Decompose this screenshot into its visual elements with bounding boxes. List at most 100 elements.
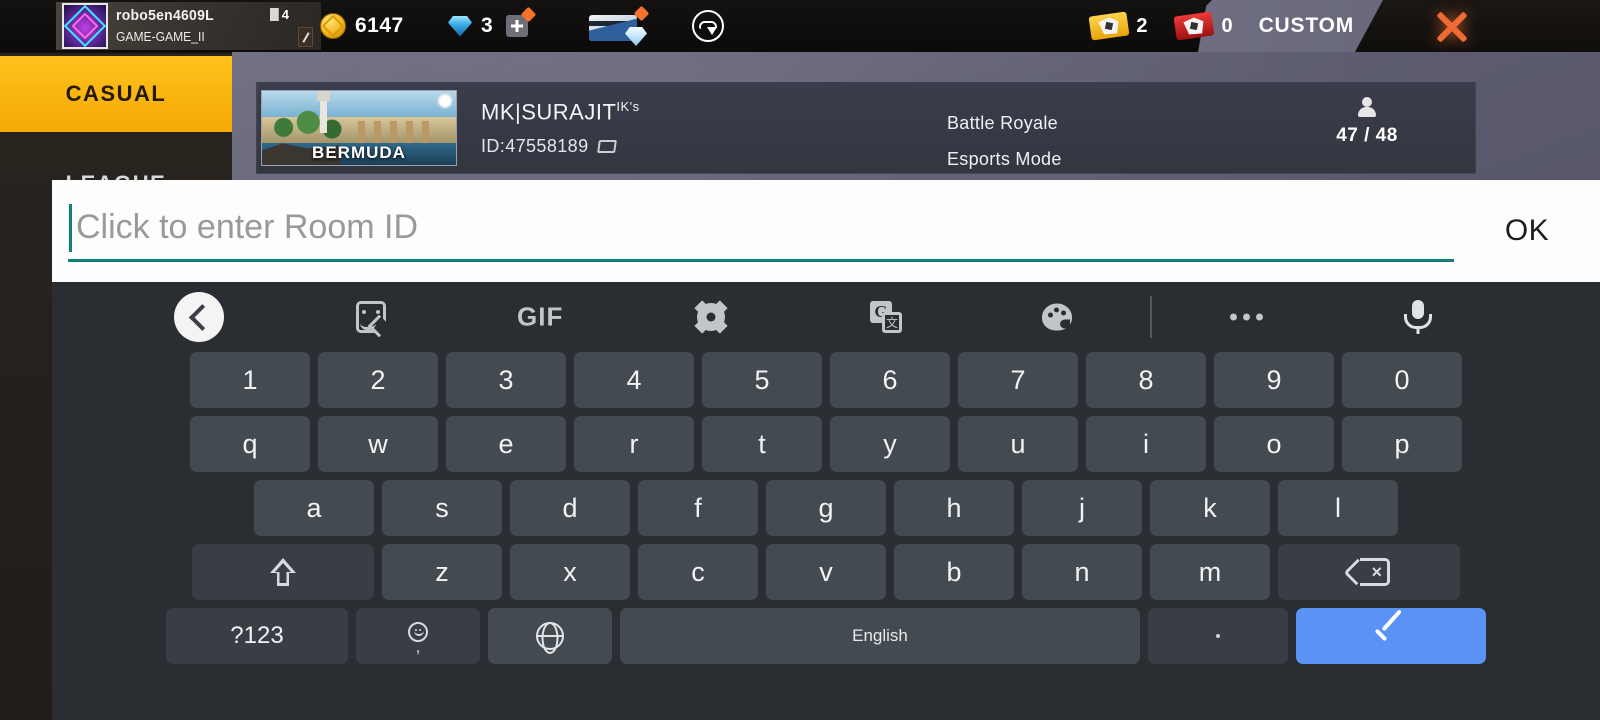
key-p[interactable]: p — [1342, 416, 1462, 472]
globe-icon — [536, 622, 564, 650]
room-host-name: MK|SURAJITIK's — [481, 99, 640, 125]
room-list-item[interactable]: BERMUDA MK|SURAJITIK's ID:47558189 Battl… — [256, 82, 1476, 174]
translate-icon[interactable]: G 文 — [870, 301, 902, 333]
palette-icon[interactable] — [1042, 303, 1072, 331]
key-j[interactable]: j — [1022, 480, 1142, 536]
key-z[interactable]: z — [382, 544, 502, 600]
key-b[interactable]: b — [894, 544, 1014, 600]
player-count-value: 47 / 48 — [1336, 125, 1398, 146]
cloud-download-icon[interactable] — [692, 10, 724, 42]
key-t[interactable]: t — [702, 416, 822, 472]
gold-ticket-counter[interactable]: 2 — [1088, 11, 1148, 41]
custom-mode-label: CUSTOM — [1258, 14, 1354, 37]
key-g[interactable]: g — [766, 480, 886, 536]
virtual-keyboard: GIF G 文 1 2 3 4 5 6 7 8 9 0 q w e r t y … — [52, 282, 1600, 720]
key-2[interactable]: 2 — [318, 352, 438, 408]
room-id-input[interactable] — [68, 198, 1454, 256]
period-key[interactable] — [1148, 608, 1288, 664]
close-x-icon[interactable] — [1434, 9, 1470, 45]
gear-icon[interactable] — [697, 303, 725, 331]
key-v[interactable]: v — [766, 544, 886, 600]
palette-glyph — [1042, 303, 1072, 331]
keyboard-row-bottom: zxcvbnm × — [56, 544, 1596, 600]
key-0[interactable]: 0 — [1342, 352, 1462, 408]
key-q[interactable]: q — [190, 416, 310, 472]
sticker-smile — [360, 323, 376, 330]
three-dots-glyph — [1230, 313, 1263, 321]
sidebar-item-casual[interactable]: CASUAL — [0, 56, 232, 132]
diamond-store-card-icon[interactable] — [585, 5, 650, 46]
host-name-suffix: IK's — [616, 99, 640, 115]
key-3[interactable]: 3 — [446, 352, 566, 408]
gem-counter[interactable]: 3 — [448, 6, 537, 38]
keyboard-toolbar: GIF G 文 — [52, 282, 1600, 352]
key-d[interactable]: d — [510, 480, 630, 536]
sticker-icon[interactable] — [356, 301, 386, 333]
key-w[interactable]: w — [318, 416, 438, 472]
enter-key[interactable] — [1296, 608, 1486, 664]
coin-value: 6147 — [355, 14, 404, 37]
coin-counter[interactable]: 6147 — [320, 13, 404, 39]
ticket-counters: 2 0 CUSTOM — [1088, 0, 1354, 52]
key-i[interactable]: i — [1086, 416, 1206, 472]
key-n[interactable]: n — [1022, 544, 1142, 600]
key-5[interactable]: 5 — [702, 352, 822, 408]
avatar[interactable] — [62, 3, 108, 49]
language-switch-key[interactable] — [488, 608, 612, 664]
key-e[interactable]: e — [446, 416, 566, 472]
key-4[interactable]: 4 — [574, 352, 694, 408]
more-options-icon[interactable] — [1230, 313, 1263, 321]
key-f[interactable]: f — [638, 480, 758, 536]
sticker-face — [362, 309, 380, 322]
room-id-input-dialog: OK — [52, 180, 1600, 282]
map-thumbnail: BERMUDA — [261, 90, 457, 166]
backspace-icon: × — [1343, 558, 1390, 586]
sidebar-item-label: CASUAL — [65, 81, 167, 106]
key-8[interactable]: 8 — [1086, 352, 1206, 408]
pen-edit-icon[interactable] — [298, 27, 313, 47]
emoji-face — [408, 621, 428, 642]
host-name-main: MK|SURAJIT — [481, 99, 617, 125]
red-ticket-counter[interactable]: 0 — [1173, 11, 1233, 41]
key-c[interactable]: c — [638, 544, 758, 600]
key-6[interactable]: 6 — [830, 352, 950, 408]
key-m[interactable]: m — [1150, 544, 1270, 600]
key-1[interactable]: 1 — [190, 352, 310, 408]
key-h[interactable]: h — [894, 480, 1014, 536]
space-key[interactable]: English — [620, 608, 1140, 664]
person-icon — [1359, 97, 1376, 117]
player-name: robo5en4609L — [116, 6, 214, 24]
emoji-comma-key[interactable]: , — [356, 608, 480, 664]
key-o[interactable]: o — [1214, 416, 1334, 472]
backspace-key[interactable]: × — [1278, 544, 1460, 600]
symbols-key[interactable]: ?123 — [166, 608, 348, 664]
shift-key[interactable] — [192, 544, 374, 600]
plus-button-icon[interactable] — [506, 6, 537, 37]
back-chevron-glyph — [174, 292, 224, 342]
blue-diamond-icon — [448, 15, 472, 37]
key-x[interactable]: x — [510, 544, 630, 600]
key-9[interactable]: 9 — [1214, 352, 1334, 408]
ok-button[interactable]: OK — [1454, 180, 1600, 282]
key-7[interactable]: 7 — [958, 352, 1078, 408]
room-mode-line2: Esports Mode — [947, 149, 1062, 169]
room-id-value: ID:47558189 — [481, 135, 589, 156]
key-k[interactable]: k — [1150, 480, 1270, 536]
room-player-count-group: 47 / 48 — [1307, 97, 1427, 147]
palette-dot — [1061, 310, 1066, 316]
microphone-icon[interactable] — [1407, 300, 1429, 334]
key-r[interactable]: r — [574, 416, 694, 472]
gif-icon[interactable]: GIF — [517, 302, 563, 333]
translate-target: 文 — [882, 312, 902, 333]
translate-glyph: G 文 — [870, 301, 902, 333]
gear-glyph — [697, 303, 725, 331]
player-profile-block[interactable]: robo5en4609L GAME-GAME_II 4 — [56, 2, 321, 50]
keyboard-row-home: asdfghjkl — [56, 480, 1596, 536]
key-a[interactable]: a — [254, 480, 374, 536]
key-y[interactable]: y — [830, 416, 950, 472]
key-l[interactable]: l — [1278, 480, 1398, 536]
key-s[interactable]: s — [382, 480, 502, 536]
back-icon[interactable] — [174, 292, 224, 342]
gold-ticket-value: 2 — [1136, 14, 1148, 37]
key-u[interactable]: u — [958, 416, 1078, 472]
